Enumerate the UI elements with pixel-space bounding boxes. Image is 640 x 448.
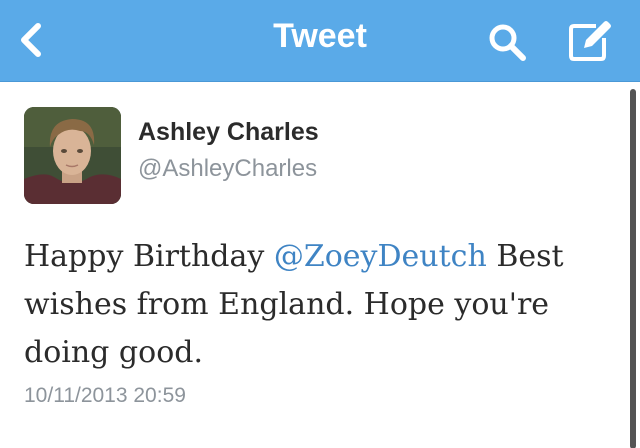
scrollbar[interactable] <box>630 89 636 448</box>
author-name[interactable]: Ashley Charles <box>138 118 319 147</box>
tweet-detail: Ashley Charles @AshleyCharles Happy Birt… <box>0 83 640 448</box>
tweet-text: Happy Birthday @ZoeyDeutch Best wishes f… <box>24 233 624 377</box>
mention-link[interactable]: @ZoeyDeutch <box>274 239 487 274</box>
author-handle[interactable]: @AshleyCharles <box>138 155 317 183</box>
avatar-photo <box>24 107 121 204</box>
page-title: Tweet <box>273 17 367 55</box>
compose-icon[interactable] <box>566 18 616 64</box>
search-icon[interactable] <box>487 22 529 62</box>
avatar[interactable] <box>24 107 121 204</box>
tweet-text-start: Happy Birthday <box>24 239 274 274</box>
navigation-bar: Tweet <box>0 0 640 82</box>
timestamp: 10/11/2013 20:59 <box>24 384 186 407</box>
